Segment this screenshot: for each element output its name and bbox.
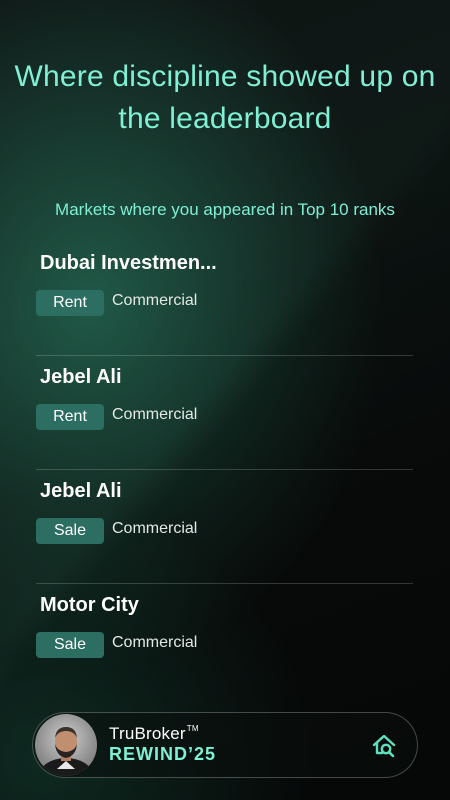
listing-type-badge: Rent xyxy=(36,290,104,316)
rewind-label: REWIND’25 xyxy=(109,744,217,764)
brand-footer: TruBrokerTM REWIND’25 xyxy=(32,712,418,778)
listing-type-badge: Rent xyxy=(36,404,104,430)
list-item: Jebel Ali Rent Commercial xyxy=(36,356,413,470)
market-category: Commercial xyxy=(112,634,198,651)
market-name: Jebel Ali xyxy=(40,480,122,502)
market-category: Commercial xyxy=(112,292,198,309)
market-name: Motor City xyxy=(40,594,139,616)
page-title: Where discipline showed up on the leader… xyxy=(14,60,436,135)
list-item: Motor City Sale Commercial xyxy=(36,584,413,697)
avatar xyxy=(35,714,97,776)
list-item: Dubai Investmen... Rent Commercial xyxy=(36,242,413,356)
brand-name: TruBroker xyxy=(109,724,186,743)
markets-list: Dubai Investmen... Rent Commercial Jebel… xyxy=(36,242,413,697)
market-name: Dubai Investmen... xyxy=(40,252,217,274)
market-name: Jebel Ali xyxy=(40,366,122,388)
listing-type-badge: Sale xyxy=(36,632,104,658)
home-search-icon xyxy=(372,734,396,758)
market-category: Commercial xyxy=(112,520,198,537)
market-category: Commercial xyxy=(112,406,198,423)
brand-logo: TruBrokerTM REWIND’25 xyxy=(109,724,217,764)
trademark-symbol: TM xyxy=(186,724,199,733)
list-item: Jebel Ali Sale Commercial xyxy=(36,470,413,584)
section-subtitle: Markets where you appeared in Top 10 ran… xyxy=(55,200,395,219)
user-photo-icon xyxy=(39,727,93,776)
listing-type-badge: Sale xyxy=(36,518,104,544)
screen: Where discipline showed up on the leader… xyxy=(0,0,450,800)
